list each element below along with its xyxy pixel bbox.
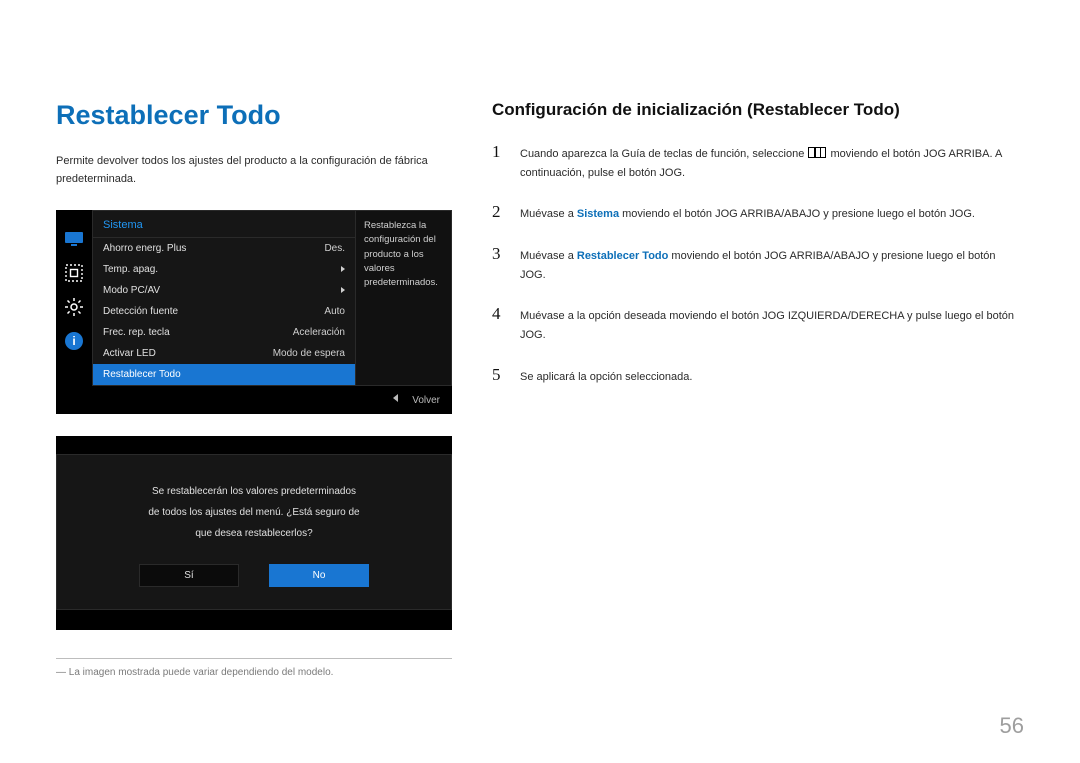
footnote: ― La imagen mostrada puede variar depend…	[56, 667, 452, 678]
osd-footer: Volver	[56, 386, 452, 414]
triangle-left-icon	[393, 394, 398, 402]
osd-description: Restablezca la configuración del product…	[355, 211, 451, 385]
osd-label: Frec. rep. tecla	[103, 327, 170, 338]
osd-row: Frec. rep. tecla Aceleración	[93, 322, 355, 343]
osd-value: Des.	[324, 243, 345, 254]
osd-value: Modo de espera	[273, 348, 345, 359]
osd-label: Ahorro energ. Plus	[103, 243, 186, 254]
keyword-restablecer: Restablecer Todo	[577, 250, 669, 262]
page-title: Restablecer Todo	[56, 100, 452, 131]
intro-text: Permite devolver todos los ajustes del p…	[56, 153, 452, 188]
step-number: 1	[492, 142, 506, 162]
osd-row: Detección fuente Auto	[93, 301, 355, 322]
osd-row-selected: Restablecer Todo	[93, 364, 355, 385]
picture-icon	[64, 264, 84, 282]
step-3: 3 Muévase a Restablecer Todo moviendo el…	[492, 244, 1024, 284]
confirm-screenshot: Se restablecerán los valores predetermin…	[56, 436, 452, 630]
step-text: Muévase a Sistema moviendo el botón JOG …	[520, 202, 975, 224]
step-1: 1 Cuando aparezca la Guía de teclas de f…	[492, 142, 1024, 182]
osd-label: Modo PC/AV	[103, 285, 160, 296]
osd-row: Activar LED Modo de espera	[93, 343, 355, 364]
confirm-message: Se restablecerán los valores predetermin…	[91, 481, 417, 544]
confirm-no-button: No	[269, 564, 369, 587]
step-number: 4	[492, 304, 506, 324]
osd-row: Modo PC/AV	[93, 280, 355, 301]
monitor-icon	[64, 230, 84, 248]
step-text: Muévase a Restablecer Todo moviendo el b…	[520, 244, 1024, 284]
step-text: Se aplicará la opción seleccionada.	[520, 365, 692, 387]
osd-screenshot: i Sistema Ahorro energ. Plus Des. Temp. …	[56, 210, 452, 414]
osd-label: Temp. apag.	[103, 264, 158, 275]
step-2: 2 Muévase a Sistema moviendo el botón JO…	[492, 202, 1024, 224]
osd-label: Detección fuente	[103, 306, 178, 317]
gear-icon	[64, 298, 84, 316]
step-number: 2	[492, 202, 506, 222]
step-text: Muévase a la opción deseada moviendo el …	[520, 304, 1024, 344]
osd-value	[341, 264, 345, 275]
step-5: 5 Se aplicará la opción seleccionada.	[492, 365, 1024, 387]
keyword-sistema: Sistema	[577, 208, 619, 220]
step-4: 4 Muévase a la opción deseada moviendo e…	[492, 304, 1024, 344]
osd-label: Activar LED	[103, 348, 156, 359]
osd-row: Temp. apag.	[93, 259, 355, 280]
step-number: 3	[492, 244, 506, 264]
divider	[56, 658, 452, 659]
osd-value: Aceleración	[293, 327, 345, 338]
osd-header: Sistema	[93, 211, 355, 238]
step-text: Cuando aparezca la Guía de teclas de fun…	[520, 142, 1024, 182]
menu-icon	[808, 147, 826, 158]
osd-label: Restablecer Todo	[103, 369, 181, 380]
info-icon: i	[65, 332, 83, 350]
step-number: 5	[492, 365, 506, 385]
confirm-yes-button: Sí	[139, 564, 239, 587]
page-number: 56	[1000, 713, 1024, 739]
osd-value	[341, 285, 345, 296]
section-subtitle: Configuración de inicialización (Restabl…	[492, 100, 1024, 120]
osd-row: Ahorro energ. Plus Des.	[93, 238, 355, 259]
osd-value: Auto	[324, 306, 345, 317]
